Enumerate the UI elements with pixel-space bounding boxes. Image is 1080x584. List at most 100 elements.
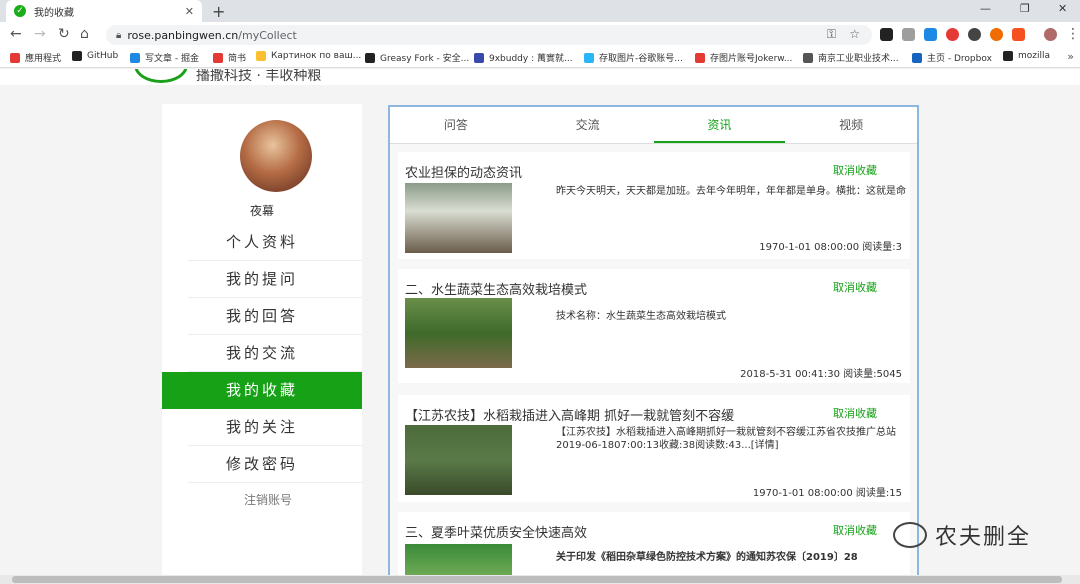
horizontal-scrollbar[interactable] [0,575,1080,584]
sidebar-item-collections[interactable]: 我的收藏 [162,372,362,409]
avatar[interactable] [240,120,312,192]
bookmark-item[interactable]: 写文章 - 掘金 [130,51,199,64]
back-icon[interactable]: ← [10,26,22,42]
collection-card[interactable]: 二、水生蔬菜生态高效栽培模式 取消收藏 技术名称：水生蔬菜生态高效栽培模式 20… [398,269,910,383]
tab-news[interactable]: 资讯 [653,107,786,143]
site-slogan: 播撒科技 · 丰收种粮 [196,69,322,84]
sidebar-item-profile[interactable]: 个人资料 [188,224,362,261]
github-icon [72,51,82,61]
bookmark-item[interactable]: 南京工业职业技术... [803,51,899,64]
collection-card[interactable]: 农业担保的动态资讯 取消收藏 昨天今天明天，天天都是加班。去年今年明年，年年都是… [398,152,910,259]
extension-icon[interactable] [880,28,893,41]
collections-panel: 问答 交流 资讯 视频 农业担保的动态资讯 取消收藏 昨天今天明天，天天都是加班… [388,105,919,575]
card-meta: 2018-5-31 00:41:30 阅读量:5045 [740,365,902,380]
adblock-icon[interactable] [946,28,959,41]
bookmark-item[interactable]: mozilla [1003,51,1050,61]
extension-icon[interactable] [1012,28,1025,41]
sidebar-item-following[interactable]: 我的关注 [188,409,362,446]
sidebar-item-answers[interactable]: 我的回答 [188,298,362,335]
browser-toolbar: ← → ↻ ⌂ 🔒︎ rose.panbingwen.cn /myCollect… [0,22,1080,48]
watermark-text: 农夫删全 [935,525,1032,550]
forward-icon[interactable]: → [34,26,46,42]
extension-icon[interactable] [924,28,937,41]
scrollbar-thumb[interactable] [12,576,1062,583]
site-logo[interactable] [134,69,188,83]
card-date: 1970-1-01 08:00:00 [752,488,853,499]
bookmark-item[interactable]: GitHub [72,51,118,61]
wechat-favicon-icon: ✓ [14,5,26,17]
bookmark-item[interactable]: 主页 - Dropbox [912,51,992,64]
card-title[interactable]: 二、水生蔬菜生态高效栽培模式 [405,279,587,298]
tab-qa[interactable]: 问答 [390,107,522,143]
bookmark-item[interactable]: 存取图片-谷歌账号... [584,51,683,64]
extension-icon[interactable] [902,28,915,41]
bookmark-item[interactable]: 9xbuddy : 萬實就... [474,51,573,64]
card-meta: 1970-1-01 08:00:00 阅读量:3 [759,238,902,253]
collection-tabs: 问答 交流 资讯 视频 [390,107,917,144]
image-icon [256,51,266,61]
card-thumbnail[interactable] [405,183,512,253]
9xbuddy-icon [474,52,484,63]
dropbox-icon [912,52,922,63]
address-bar[interactable]: 🔒︎ rose.panbingwen.cn /myCollect ⚿ ☆ [106,25,872,45]
bookmark-item[interactable]: 存图片账号Jokerw... [695,51,792,64]
profile-avatar[interactable] [1044,28,1057,41]
minimize-button[interactable]: — [980,2,991,15]
maximize-button[interactable]: ❐ [1020,2,1030,15]
pinterest-icon [695,52,705,63]
close-window-button[interactable]: ✕ [1058,2,1067,15]
collection-card[interactable]: 【江苏农技】水稻栽插进入高峰期 抓好一栽就管刻不容缓 取消收藏 【江苏农技】水稻… [398,395,910,502]
new-tab-button[interactable]: + [212,2,226,21]
watermark: 农夫删全 [893,519,1031,551]
juejin-icon [130,52,140,63]
card-thumbnail[interactable] [405,298,512,368]
card-snippet: 【江苏农技】水稻栽插进入高峰期抓好一栽就管刻不容缓江苏省农技推广总站 2019-… [556,426,906,452]
collection-card[interactable]: 三、夏季叶菜优质安全快速高效 取消收藏 关于印发《稻田杂草绿色防控技术方案》的通… [398,512,910,575]
extension-icon[interactable] [990,28,1003,41]
uncollect-button[interactable]: 取消收藏 [833,162,877,178]
jianshu-icon [213,52,223,63]
tab-video[interactable]: 视频 [785,107,917,143]
card-snippet: 技术名称：水生蔬菜生态高效栽培模式 [556,311,726,322]
card-snippet-line[interactable]: 2019-06-1807:00:13收藏:38阅读数:43...[详情] [556,439,906,452]
bookmark-item[interactable]: 應用程式 [10,51,61,64]
bookmark-item[interactable]: Greasy Fork - 安全... [365,51,469,64]
card-thumbnail[interactable] [405,425,512,495]
tab-close-icon[interactable]: ✕ [185,5,194,18]
browser-tab[interactable]: ✓ 我的收藏 ✕ [6,0,202,22]
key-icon[interactable]: ⚿ [827,27,836,42]
sidebar-item-password[interactable]: 修改密码 [188,446,362,483]
sidebar-item-exchanges[interactable]: 我的交流 [188,335,362,372]
uncollect-button[interactable]: 取消收藏 [833,405,877,421]
wechat-icon [893,522,927,548]
site-header: 播撒科技 · 丰收种粮 [0,69,1080,85]
card-thumbnail[interactable] [405,544,512,575]
power-icon[interactable] [968,28,981,41]
card-date: 1970-1-01 08:00:00 [759,242,860,253]
home-icon[interactable]: ⌂ [80,26,89,42]
card-date: 2018-5-31 00:41:30 [740,369,840,380]
bookmarks-more-icon[interactable]: » [1067,50,1074,63]
sidebar-item-questions[interactable]: 我的提问 [188,261,362,298]
user-sidebar: 夜幕 个人资料 我的提问 我的回答 我的交流 我的收藏 我的关注 修改密码 注销… [162,104,362,575]
page-content: 播撒科技 · 丰收种粮 夜幕 个人资料 我的提问 我的回答 我的交流 我的收藏 … [0,69,1080,575]
greasyfork-icon [365,52,375,63]
card-title[interactable]: 【江苏农技】水稻栽插进入高峰期 抓好一栽就管刻不容缓 [405,405,734,424]
tab-title: 我的收藏 [34,7,74,19]
bookmark-item[interactable]: 简书 [213,51,246,64]
bookmark-item[interactable]: Картинок по ваш... [256,51,361,61]
reload-icon[interactable]: ↻ [58,26,70,42]
menu-icon[interactable]: ⋮ [1066,26,1080,42]
globe-icon [803,52,813,63]
card-reads: 阅读量:15 [855,488,902,499]
card-meta: 1970-1-01 08:00:00 阅读量:15 [753,484,902,499]
card-snippet: 关于印发《稻田杂草绿色防控技术方案》的通知苏农保〔2019〕28 [556,552,858,563]
tab-exchange[interactable]: 交流 [522,107,654,143]
card-title[interactable]: 农业担保的动态资讯 [405,162,522,181]
logout-link[interactable]: 注销账号 [162,483,362,517]
photo-icon [584,52,594,63]
uncollect-button[interactable]: 取消收藏 [833,279,877,295]
card-title[interactable]: 三、夏季叶菜优质安全快速高效 [405,522,587,541]
star-icon[interactable]: ☆ [849,27,860,41]
uncollect-button[interactable]: 取消收藏 [833,522,877,538]
